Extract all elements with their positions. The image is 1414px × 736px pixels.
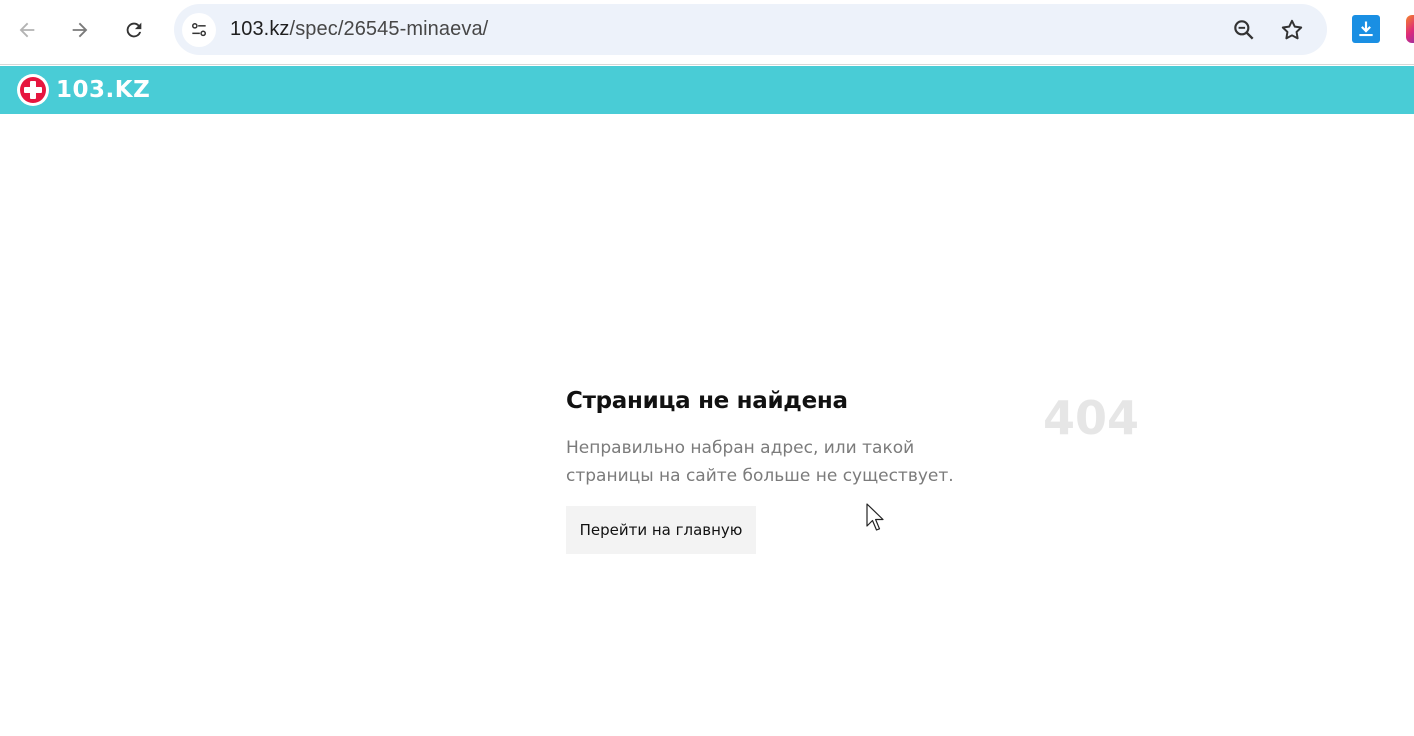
site-settings-icon — [192, 23, 206, 37]
bookmark-star-icon[interactable] — [1279, 17, 1305, 43]
not-found-section: Страница не найдена 404 Неправильно набр… — [566, 388, 1139, 554]
url-path: /spec/26545-minaeva/ — [289, 18, 489, 40]
reload-button[interactable] — [114, 10, 154, 50]
error-code: 404 — [1043, 391, 1140, 445]
download-extension-button[interactable] — [1352, 15, 1380, 43]
instagram-extension-icon[interactable] — [1406, 15, 1414, 43]
url-text[interactable]: 103.kz/spec/26545-minaeva/ — [230, 18, 488, 41]
back-button[interactable] — [7, 10, 47, 50]
reload-icon — [126, 22, 142, 38]
site-logo[interactable]: 103.KZ — [17, 74, 150, 106]
error-description: Неправильно набран адрес, или такой стра… — [566, 438, 954, 486]
download-extension-icon — [1359, 21, 1373, 37]
site-info-button[interactable] — [182, 13, 216, 47]
address-bar[interactable]: 103.kz/spec/26545-minaeva/ — [174, 4, 1327, 55]
zoom-out-icon[interactable] — [1231, 17, 1257, 43]
site-header: 103.KZ — [0, 66, 1414, 114]
page-title: Страница не найдена — [566, 388, 848, 414]
mouse-cursor-icon — [866, 503, 884, 531]
forward-button[interactable] — [60, 10, 100, 50]
back-arrow-icon — [19, 22, 35, 38]
go-home-button[interactable]: Перейти на главную — [566, 506, 756, 554]
logo-text: 103.KZ — [56, 77, 151, 103]
url-host: 103.kz — [230, 18, 290, 40]
medical-cross-icon — [17, 74, 49, 106]
forward-arrow-icon — [72, 22, 88, 38]
browser-toolbar: 103.kz/spec/26545-minaeva/ — [0, 0, 1414, 65]
